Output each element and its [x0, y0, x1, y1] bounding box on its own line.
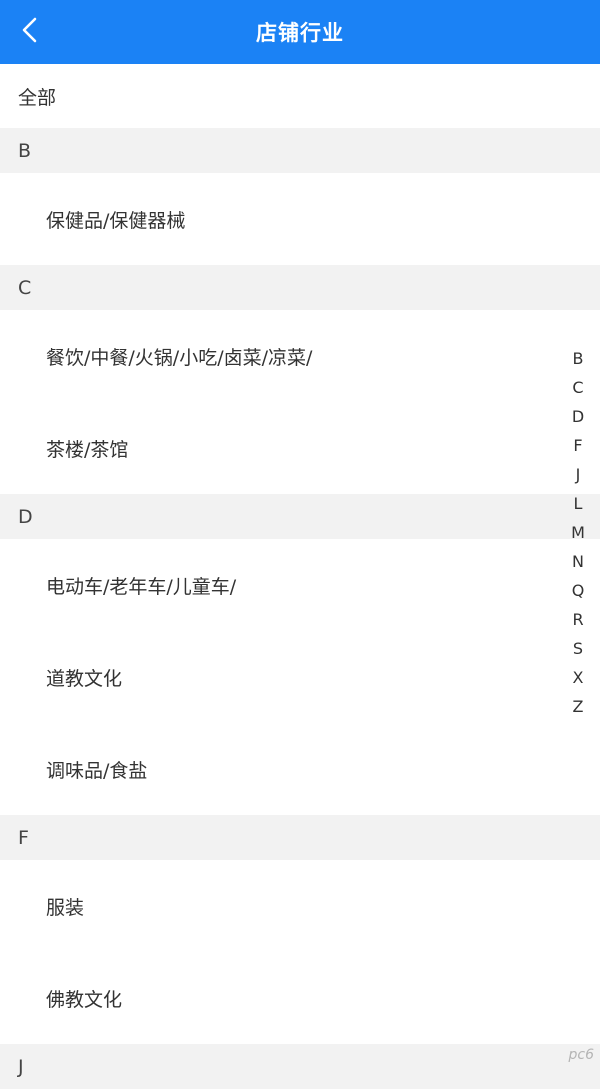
page-title: 店铺行业 — [256, 17, 344, 47]
section-header-c: C — [0, 265, 600, 310]
list-item[interactable]: 佛教文化 — [0, 952, 600, 1044]
index-letter-c[interactable]: C — [572, 373, 583, 402]
section-header-b: B — [0, 128, 600, 173]
list-item[interactable]: 保健品/保健器械 — [0, 173, 600, 265]
index-letter-z[interactable]: Z — [573, 692, 584, 721]
index-letter-f[interactable]: F — [573, 431, 582, 460]
index-letter-r[interactable]: R — [572, 605, 583, 634]
index-letter-s[interactable]: S — [573, 634, 583, 663]
list-item[interactable]: 茶楼/茶馆 — [0, 402, 600, 494]
list-item-all[interactable]: 全部 — [0, 64, 600, 128]
section-header-f: F — [0, 815, 600, 860]
index-letter-n[interactable]: N — [572, 547, 584, 576]
list-item[interactable]: 电动车/老年车/儿童车/ — [0, 539, 600, 631]
app-header: 店铺行业 — [0, 0, 600, 64]
alphabet-index-bar[interactable]: B C D F J L M N Q R S X Z — [566, 344, 590, 721]
index-letter-q[interactable]: Q — [572, 576, 585, 605]
list-item[interactable]: 服装 — [0, 860, 600, 952]
index-letter-b[interactable]: B — [573, 344, 584, 373]
index-letter-x[interactable]: X — [573, 663, 584, 692]
chevron-left-icon — [20, 16, 40, 44]
back-button[interactable] — [10, 10, 50, 50]
watermark-logo: pc6 — [569, 1047, 595, 1063]
index-letter-j[interactable]: J — [576, 460, 581, 489]
list-item[interactable]: 餐饮/中餐/火锅/小吃/卤菜/凉菜/ — [0, 310, 600, 402]
section-header-d: D — [0, 494, 600, 539]
index-letter-l[interactable]: L — [574, 489, 583, 518]
industry-list: 全部 B 保健品/保健器械 C 餐饮/中餐/火锅/小吃/卤菜/凉菜/ 茶楼/茶馆… — [0, 64, 600, 1089]
list-item[interactable]: 道教文化 — [0, 631, 600, 723]
index-letter-d[interactable]: D — [572, 402, 584, 431]
list-item[interactable]: 调味品/食盐 — [0, 723, 600, 815]
index-letter-m[interactable]: M — [571, 518, 585, 547]
